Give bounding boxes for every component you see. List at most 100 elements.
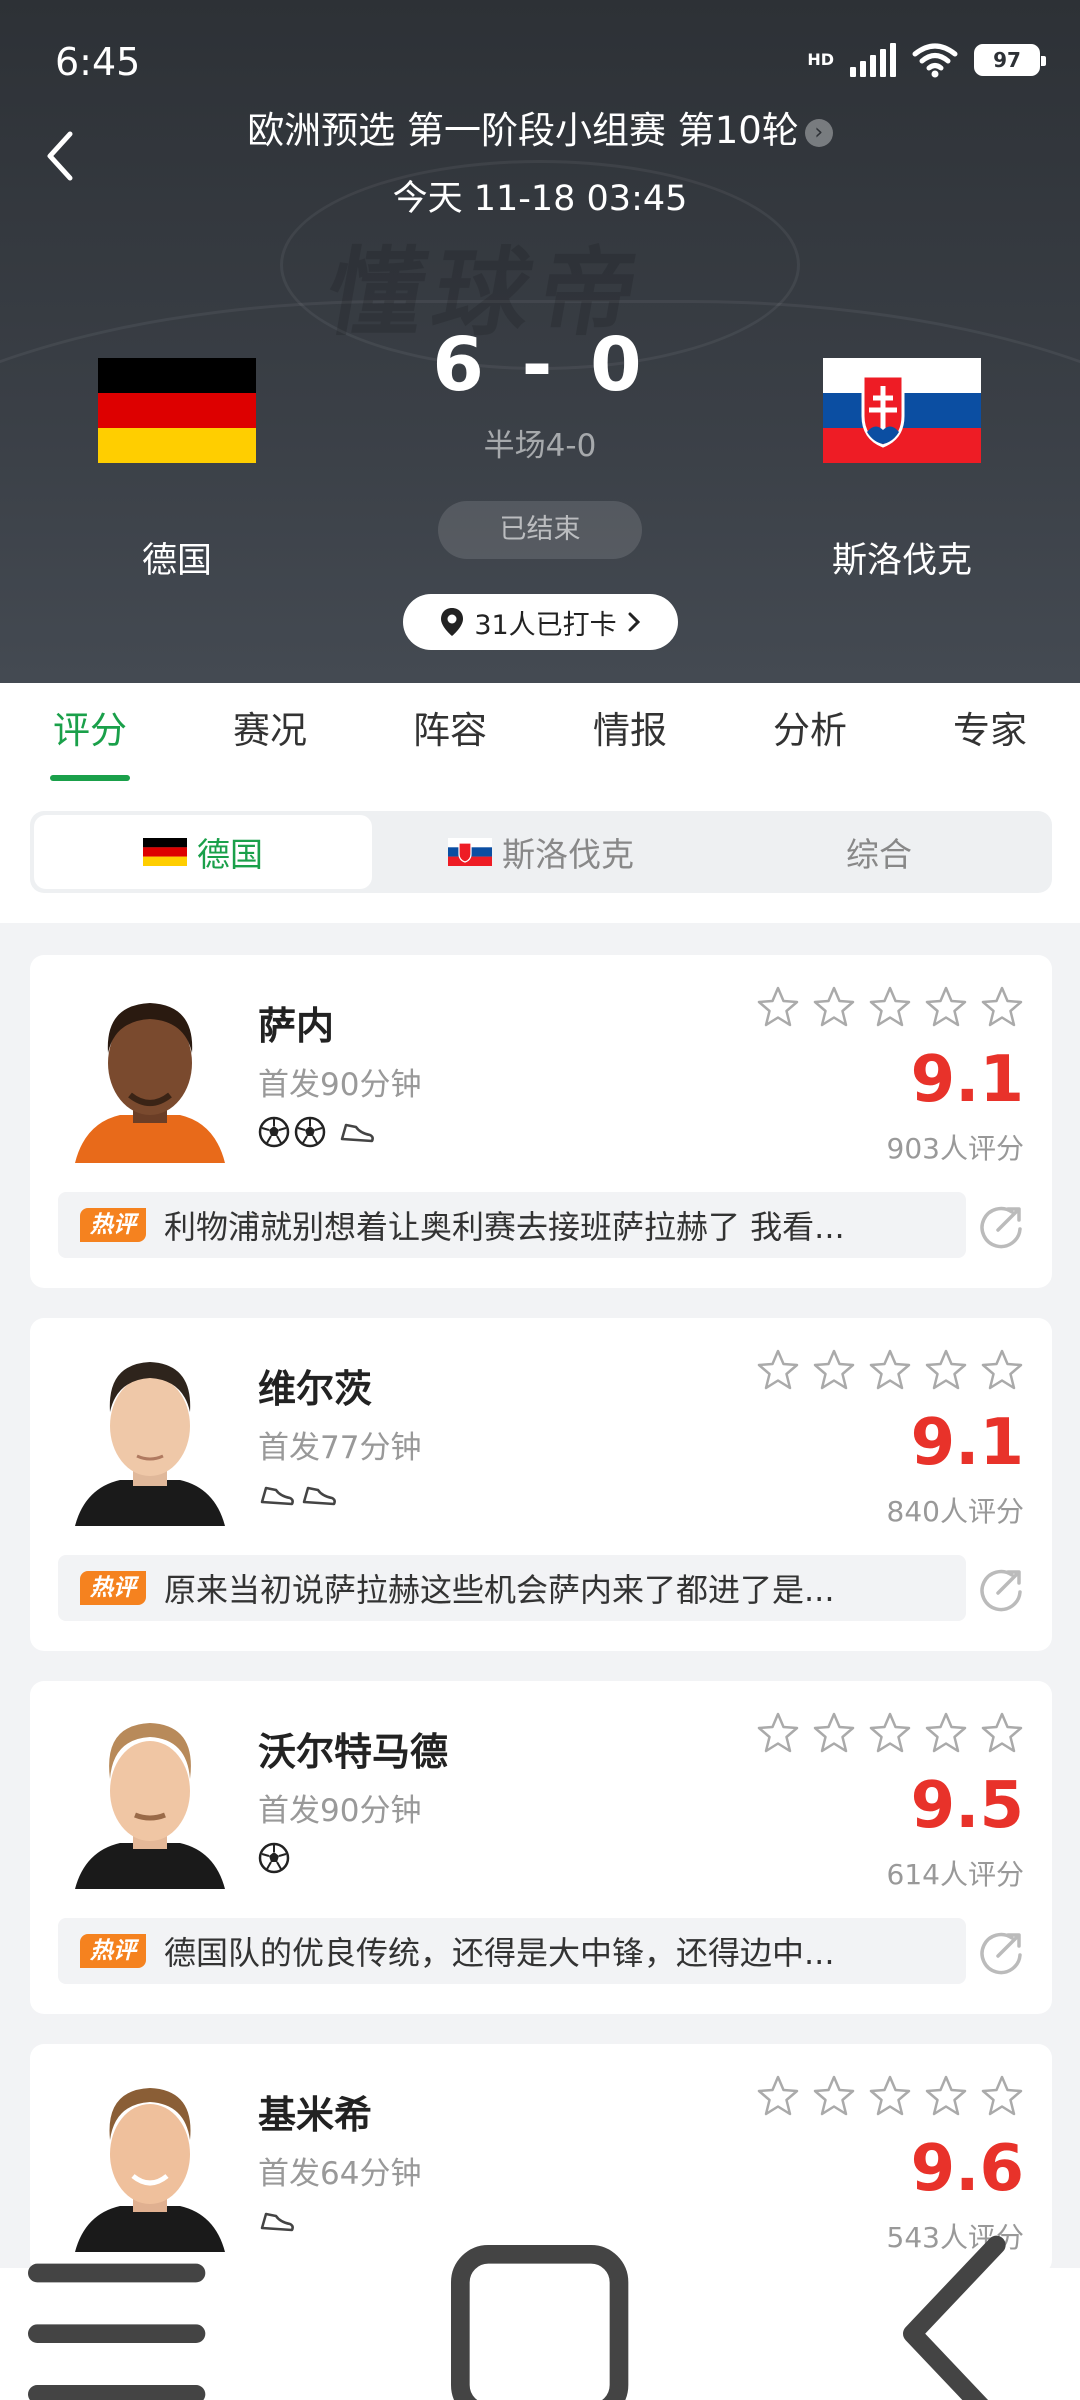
player-avatar	[75, 1003, 225, 1163]
rating-stars[interactable]	[756, 2074, 1024, 2118]
star-icon[interactable]	[812, 985, 856, 1029]
hot-comment[interactable]: 热评 原来当初说萨拉赫这些机会萨内来了都进了是...	[58, 1555, 966, 1621]
menu-icon[interactable]	[0, 2217, 233, 2400]
share-icon[interactable]	[978, 1567, 1024, 1613]
player-events	[258, 1478, 338, 1512]
hot-badge: 热评	[80, 1934, 146, 1968]
player-avatar	[75, 1362, 225, 1526]
star-icon[interactable]	[980, 1711, 1024, 1755]
star-icon[interactable]	[980, 985, 1024, 1029]
checkin-label: 31人已打卡	[474, 609, 617, 641]
tab-analysis[interactable]: 分析	[720, 683, 900, 783]
hot-comment[interactable]: 热评 利物浦就别想着让奥利赛去接班萨拉赫了 我看...	[58, 1192, 966, 1258]
match-status-badge: 已结束	[438, 501, 642, 559]
slovakia-flag-icon	[448, 838, 492, 866]
segment-label: 综合	[846, 835, 912, 874]
battery-icon: 97	[974, 44, 1046, 76]
player-card[interactable]: 维尔茨 首发77分钟 9.1 840人评分 热评 原来当初说萨拉赫这些机会萨内来…	[30, 1318, 1052, 1651]
status-time: 6:45	[55, 40, 141, 84]
assist-boot-icon	[340, 1123, 374, 1143]
star-icon[interactable]	[868, 1711, 912, 1755]
star-icon[interactable]	[924, 1711, 968, 1755]
player-minutes: 首发77分钟	[258, 1430, 422, 1466]
goal-ball-icon	[294, 1116, 326, 1148]
star-icon[interactable]	[868, 2074, 912, 2118]
tab-match-events[interactable]: 赛况	[180, 683, 360, 783]
segment-slovakia[interactable]: 斯洛伐克	[372, 815, 710, 889]
player-card[interactable]: 萨内 首发90分钟 9.1 903人评分 热评 利物浦就别想着让奥利赛去接班萨拉…	[30, 955, 1052, 1288]
away-team-name[interactable]: 斯洛伐克	[772, 532, 1032, 583]
star-icon[interactable]	[756, 985, 800, 1029]
wifi-icon	[912, 43, 958, 78]
star-icon[interactable]	[756, 2074, 800, 2118]
player-card[interactable]: 沃尔特马德 首发90分钟 9.5 614人评分 热评 德国队的优良传统，还得是大…	[30, 1681, 1052, 2014]
star-icon[interactable]	[868, 1348, 912, 1392]
star-icon[interactable]	[812, 2074, 856, 2118]
status-icons: HD 97	[807, 42, 1046, 78]
star-icon[interactable]	[924, 2074, 968, 2118]
rating-stars[interactable]	[756, 1711, 1024, 1755]
goal-ball-icon	[258, 1116, 290, 1148]
star-icon[interactable]	[812, 1711, 856, 1755]
player-rating: 9.6	[910, 2132, 1024, 2206]
hot-badge: 热评	[80, 1571, 146, 1605]
competition-title[interactable]: 欧洲预选 第一阶段小组赛 第10轮 ›	[0, 100, 1080, 154]
chevron-right-icon	[628, 612, 640, 632]
rating-stars[interactable]	[756, 985, 1024, 1029]
player-rating: 9.1	[910, 1406, 1024, 1480]
competition-label: 欧洲预选 第一阶段小组赛 第10轮	[247, 109, 799, 152]
tab-lineup[interactable]: 阵容	[360, 683, 540, 783]
home-icon[interactable]	[423, 2217, 656, 2400]
share-icon[interactable]	[978, 1930, 1024, 1976]
segment-combined[interactable]: 综合	[710, 815, 1048, 889]
segment-label: 斯洛伐克	[502, 835, 634, 874]
home-team-name[interactable]: 德国	[47, 532, 307, 583]
slovakia-flag-icon[interactable]	[823, 358, 981, 463]
star-icon[interactable]	[756, 1711, 800, 1755]
team-segmented-control: 德国 斯洛伐克 综合	[30, 811, 1052, 893]
rating-stars[interactable]	[756, 1348, 1024, 1392]
star-icon[interactable]	[756, 1348, 800, 1392]
chevron-right-icon: ›	[804, 118, 833, 147]
player-avatar	[75, 1723, 225, 1889]
segment-germany[interactable]: 德国	[34, 815, 372, 889]
player-minutes: 首发90分钟	[258, 1067, 422, 1103]
tab-ratings[interactable]: 评分	[0, 683, 180, 783]
hot-badge: 热评	[80, 1208, 146, 1242]
rating-count: 903人评分	[886, 1132, 1024, 1165]
player-name: 基米希	[258, 2093, 373, 2137]
team-filter-bar: 德国 斯洛伐克 综合	[0, 783, 1080, 923]
assist-boot-icon	[302, 1486, 336, 1506]
share-icon[interactable]	[978, 1204, 1024, 1250]
player-minutes: 首发90分钟	[258, 1793, 422, 1829]
star-icon[interactable]	[812, 1348, 856, 1392]
back-nav-icon[interactable]	[847, 2217, 1080, 2400]
tab-experts[interactable]: 专家	[900, 683, 1080, 783]
germany-flag-icon	[143, 838, 187, 866]
player-name: 萨内	[258, 1004, 335, 1048]
rating-count: 614人评分	[886, 1858, 1024, 1891]
goal-ball-icon	[258, 1842, 290, 1874]
player-name: 维尔茨	[258, 1367, 373, 1411]
checkin-button[interactable]: 31人已打卡	[403, 594, 678, 650]
hot-comment[interactable]: 热评 德国队的优良传统，还得是大中锋，还得边中...	[58, 1918, 966, 1984]
segment-label: 德国	[197, 835, 263, 874]
star-icon[interactable]	[924, 985, 968, 1029]
location-pin-icon	[441, 608, 464, 636]
tab-intel[interactable]: 情报	[540, 683, 720, 783]
player-events	[258, 2204, 296, 2238]
star-icon[interactable]	[980, 1348, 1024, 1392]
star-icon[interactable]	[924, 1348, 968, 1392]
player-rating: 9.5	[910, 1769, 1024, 1843]
match-header: 懂球帝 6:45 HD 97 欧洲预选 第一阶段小组赛 第10轮 › 今天 11-…	[0, 0, 1080, 683]
assist-boot-icon	[260, 2212, 294, 2232]
comment-text: 德国队的优良传统，还得是大中锋，还得边中...	[164, 1934, 835, 1972]
star-icon[interactable]	[980, 2074, 1024, 2118]
comment-text: 原来当初说萨拉赫这些机会萨内来了都进了是...	[164, 1571, 835, 1609]
system-nav-bar	[0, 2236, 1080, 2400]
assist-boot-icon	[260, 1486, 294, 1506]
signal-icon	[850, 43, 896, 77]
rating-count: 840人评分	[886, 1495, 1024, 1528]
player-events	[258, 1115, 376, 1149]
star-icon[interactable]	[868, 985, 912, 1029]
